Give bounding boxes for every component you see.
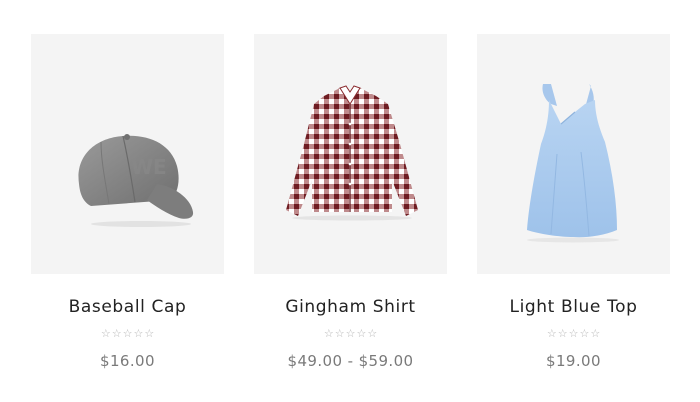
star-empty-icon: ☆ [133,327,144,340]
product-image-link[interactable] [254,34,447,274]
star-empty-icon: ☆ [367,327,378,340]
product-title[interactable]: Light Blue Top [477,297,670,317]
star-empty-icon: ☆ [590,327,601,340]
star-empty-icon: ☆ [345,327,356,340]
product-price: $16.00 [100,352,155,370]
star-rating: ☆ ☆ ☆ ☆ ☆ [254,327,447,341]
product-image-link[interactable] [477,34,670,274]
product-grid: WE Baseball Cap ☆ ☆ ☆ ☆ ☆ $16.00 Gingham… [0,0,700,402]
star-empty-icon: ☆ [144,327,155,340]
star-empty-icon: ☆ [111,327,122,340]
star-empty-icon: ☆ [334,327,345,340]
star-empty-icon: ☆ [323,327,334,340]
star-empty-icon: ☆ [557,327,568,340]
star-empty-icon: ☆ [100,327,111,340]
product-image-link[interactable]: WE [31,34,224,274]
product-card: Light Blue Top ☆ ☆ ☆ ☆ ☆ $19.00 [477,34,670,370]
star-empty-icon: ☆ [122,327,133,340]
gingham-shirt-image [286,85,418,221]
star-empty-icon: ☆ [568,327,579,340]
product-card: Gingham Shirt ☆ ☆ ☆ ☆ ☆ $49.00 - $59.00 [254,34,447,370]
light-blue-top-image [527,84,619,243]
baseball-cap-image: WE [78,134,194,227]
product-title[interactable]: Gingham Shirt [254,297,447,317]
star-rating: ☆ ☆ ☆ ☆ ☆ [31,327,224,341]
product-title[interactable]: Baseball Cap [31,297,224,317]
star-rating: ☆ ☆ ☆ ☆ ☆ [477,327,670,341]
star-empty-icon: ☆ [356,327,367,340]
product-price: $49.00 - $59.00 [287,352,414,370]
product-card: WE Baseball Cap ☆ ☆ ☆ ☆ ☆ $16.00 [31,34,224,370]
product-price: $19.00 [546,352,601,370]
svg-text:WE: WE [131,155,167,179]
star-empty-icon: ☆ [546,327,557,340]
star-empty-icon: ☆ [579,327,590,340]
